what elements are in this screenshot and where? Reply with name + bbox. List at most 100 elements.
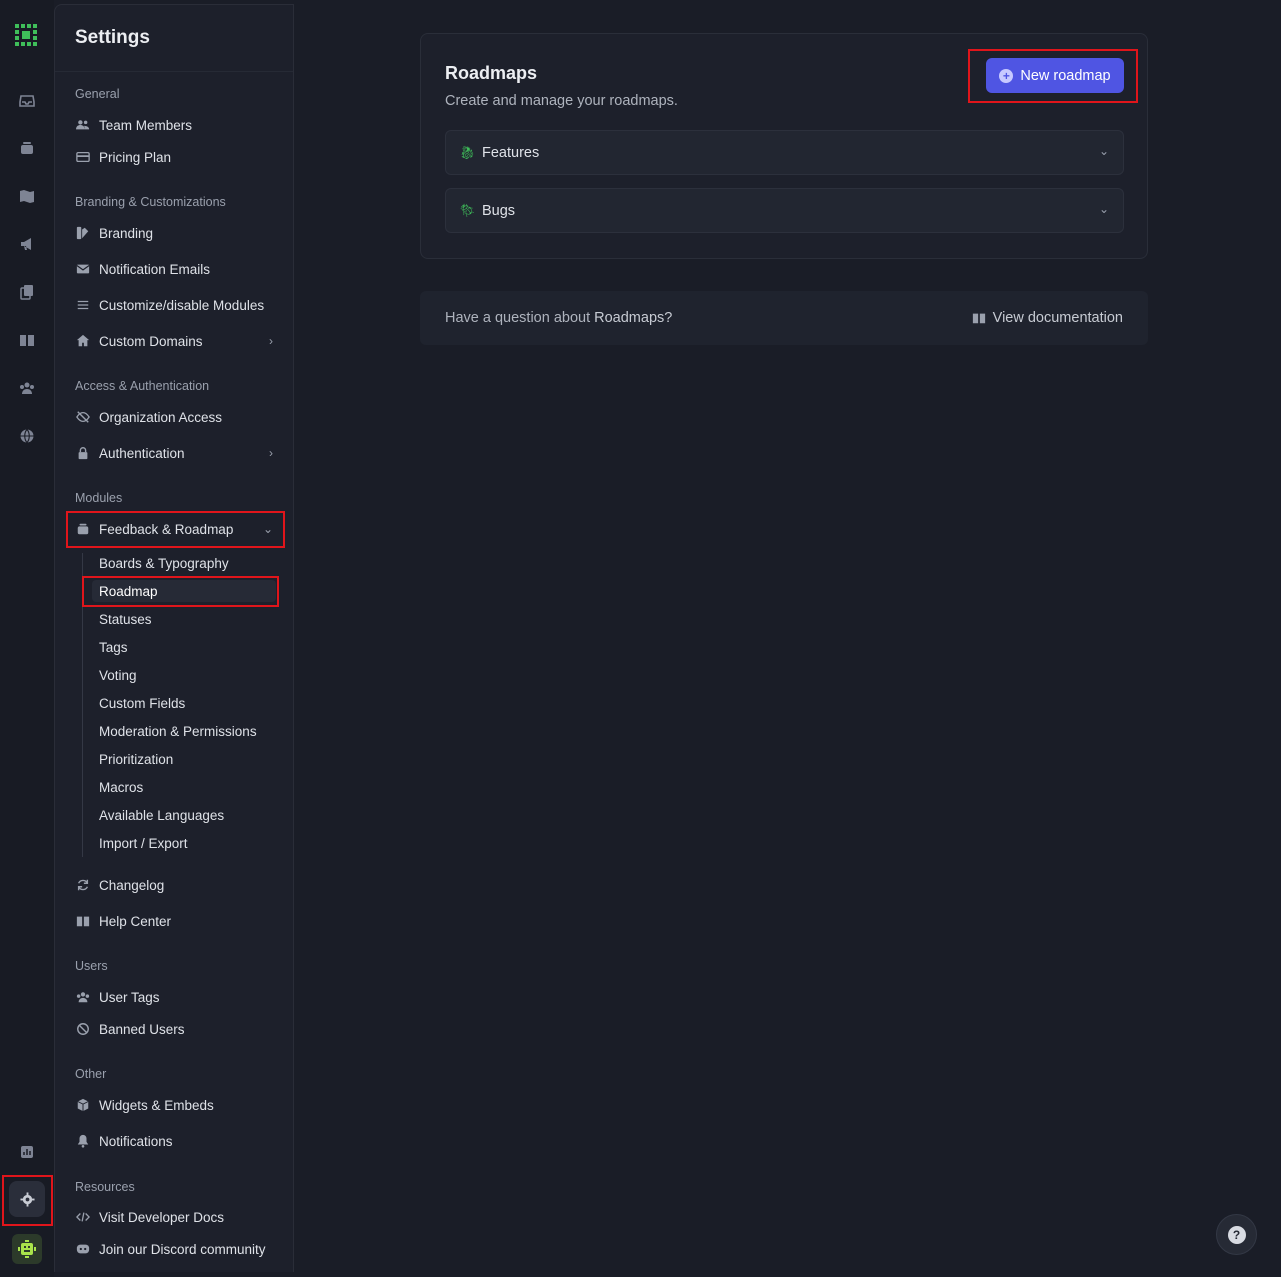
sidebar-item-label: Visit Developer Docs bbox=[99, 1209, 225, 1225]
globe-icon[interactable] bbox=[14, 423, 40, 449]
sidebar-item-label: Notifications bbox=[99, 1133, 173, 1149]
inbox-icon[interactable] bbox=[14, 87, 40, 113]
roadmap-map-icon[interactable] bbox=[14, 183, 40, 209]
sidebar-item-label: Organization Access bbox=[99, 409, 223, 425]
section-branding: Branding & Customizations bbox=[75, 195, 226, 209]
sidebar-item-branding[interactable]: Branding bbox=[75, 221, 275, 245]
bug-icon: 🪲︎ bbox=[459, 202, 476, 218]
sidebar-item-label: User Tags bbox=[99, 989, 160, 1005]
list-icon bbox=[75, 297, 91, 313]
users-icon bbox=[75, 989, 91, 1005]
icon-rail bbox=[0, 0, 54, 1277]
submenu-guide-line bbox=[82, 553, 83, 857]
book-icon bbox=[75, 913, 91, 929]
sidebar-item-notifications[interactable]: Notifications bbox=[75, 1129, 275, 1153]
sidebar-item-customize-modules[interactable]: Customize/disable Modules bbox=[75, 293, 275, 317]
sidebar-item-user-tags[interactable]: User Tags bbox=[75, 985, 275, 1009]
sidebar-item-label: Customize/disable Modules bbox=[99, 297, 265, 313]
sidebar-item-notification-emails[interactable]: Notification Emails bbox=[75, 257, 275, 281]
sidebar-item-banned-users[interactable]: Banned Users bbox=[75, 1017, 275, 1041]
lock-icon bbox=[75, 445, 91, 461]
avatar[interactable] bbox=[12, 1234, 42, 1264]
sub-item-tags[interactable]: Tags bbox=[99, 636, 128, 658]
sub-item-boards-typography[interactable]: Boards & Typography bbox=[99, 552, 229, 574]
chevron-right-icon: › bbox=[269, 446, 273, 460]
new-roadmap-button[interactable]: + New roadmap bbox=[986, 58, 1124, 93]
sub-item-import-export[interactable]: Import / Export bbox=[99, 832, 188, 854]
sidebar-item-feedback-roadmap[interactable]: Feedback & Roadmap ⌄ bbox=[75, 517, 275, 541]
sidebar-item-help-center[interactable]: Help Center bbox=[75, 909, 275, 933]
dragon-icon: 🐉︎ bbox=[459, 144, 476, 160]
help-button[interactable]: ? bbox=[1216, 1214, 1257, 1255]
sidebar-item-label: Changelog bbox=[99, 877, 165, 893]
eye-slash-icon bbox=[75, 409, 91, 425]
sidebar-item-pricing-plan[interactable]: Pricing Plan bbox=[75, 145, 275, 169]
page-title: Settings bbox=[75, 27, 150, 48]
sub-item-macros[interactable]: Macros bbox=[99, 776, 143, 798]
roadmap-name: Bugs bbox=[482, 202, 516, 219]
sidebar-item-label: Custom Domains bbox=[99, 333, 203, 349]
book-icon bbox=[972, 313, 985, 324]
roadmap-accordion-features[interactable]: 🐉︎ Features ⌄ bbox=[445, 130, 1124, 175]
sidebar-item-label: Branding bbox=[99, 225, 154, 241]
sidebar-item-changelog[interactable]: Changelog bbox=[75, 873, 275, 897]
doc-question-topic: Roadmaps? bbox=[594, 310, 673, 326]
app-root: Settings General Team Members Pricing Pl… bbox=[0, 0, 1281, 1277]
documentation-bar: Have a question about Roadmaps? View doc… bbox=[420, 291, 1148, 345]
sidebar-item-developer-docs[interactable]: Visit Developer Docs bbox=[75, 1205, 275, 1229]
sidebar-item-organization-access[interactable]: Organization Access bbox=[75, 405, 275, 429]
card-title: Roadmaps bbox=[445, 63, 538, 83]
view-documentation-label: View documentation bbox=[992, 310, 1123, 326]
chevron-down-icon: ⌄ bbox=[262, 522, 273, 536]
chevron-right-icon: › bbox=[269, 334, 273, 348]
sub-item-roadmap[interactable]: Roadmap bbox=[92, 580, 276, 602]
sub-item-voting[interactable]: Voting bbox=[99, 664, 137, 686]
help-center-book-icon[interactable] bbox=[14, 327, 40, 353]
view-documentation-link[interactable]: View documentation bbox=[972, 310, 1123, 326]
section-modules: Modules bbox=[75, 491, 123, 505]
home-icon bbox=[75, 333, 91, 349]
plus-circle-icon: + bbox=[999, 68, 1014, 83]
sidebar-item-widgets-embeds[interactable]: Widgets & Embeds bbox=[75, 1093, 275, 1117]
cube-icon bbox=[75, 1097, 91, 1113]
question-mark-icon: ? bbox=[1227, 1225, 1246, 1244]
sub-item-statuses[interactable]: Statuses bbox=[99, 608, 152, 630]
doc-question-prefix: Have a question about bbox=[445, 310, 595, 326]
settings-sidebar: Settings General Team Members Pricing Pl… bbox=[54, 4, 294, 1272]
team-icon bbox=[75, 117, 91, 133]
doc-question: Have a question about Roadmaps? bbox=[445, 310, 672, 326]
sidebar-item-label: Authentication bbox=[99, 445, 185, 461]
sidebar-item-label: Widgets & Embeds bbox=[99, 1097, 214, 1113]
code-icon bbox=[75, 1209, 91, 1225]
analytics-icon[interactable] bbox=[14, 1139, 40, 1165]
roadmap-accordion-bugs[interactable]: 🪲︎ Bugs ⌄ bbox=[445, 188, 1124, 233]
bell-icon bbox=[75, 1133, 91, 1149]
section-access: Access & Authentication bbox=[75, 379, 210, 393]
feedback-board-icon bbox=[75, 521, 91, 537]
sidebar-item-team-members[interactable]: Team Members bbox=[75, 113, 275, 137]
chevron-down-icon: ⌄ bbox=[1098, 144, 1109, 158]
sidebar-item-label: Team Members bbox=[99, 117, 193, 133]
envelope-icon bbox=[75, 261, 91, 277]
sidebar-item-authentication[interactable]: Authentication › bbox=[75, 441, 275, 465]
sidebar-item-label: Join our Discord community bbox=[99, 1241, 266, 1257]
sub-item-custom-fields[interactable]: Custom Fields bbox=[99, 692, 185, 714]
logo-icon[interactable] bbox=[13, 22, 41, 50]
announcement-icon[interactable] bbox=[14, 231, 40, 257]
sub-item-prioritization[interactable]: Prioritization bbox=[99, 748, 173, 770]
refresh-icon bbox=[75, 877, 91, 893]
sidebar-item-label: Notification Emails bbox=[99, 261, 211, 277]
settings-gear-button[interactable] bbox=[9, 1181, 45, 1217]
ban-icon bbox=[75, 1021, 91, 1037]
sidebar-item-discord[interactable]: Join our Discord community bbox=[75, 1237, 275, 1261]
sidebar-item-custom-domains[interactable]: Custom Domains › bbox=[75, 329, 275, 353]
credit-card-icon bbox=[75, 149, 91, 165]
discord-icon bbox=[75, 1241, 91, 1257]
pages-icon[interactable] bbox=[14, 279, 40, 305]
users-icon[interactable] bbox=[14, 375, 40, 401]
section-general: General bbox=[75, 87, 120, 101]
roadmap-name: Features bbox=[482, 144, 540, 161]
sub-item-available-languages[interactable]: Available Languages bbox=[99, 804, 224, 826]
sub-item-moderation[interactable]: Moderation & Permissions bbox=[99, 720, 257, 742]
feedback-board-icon[interactable] bbox=[14, 135, 40, 161]
